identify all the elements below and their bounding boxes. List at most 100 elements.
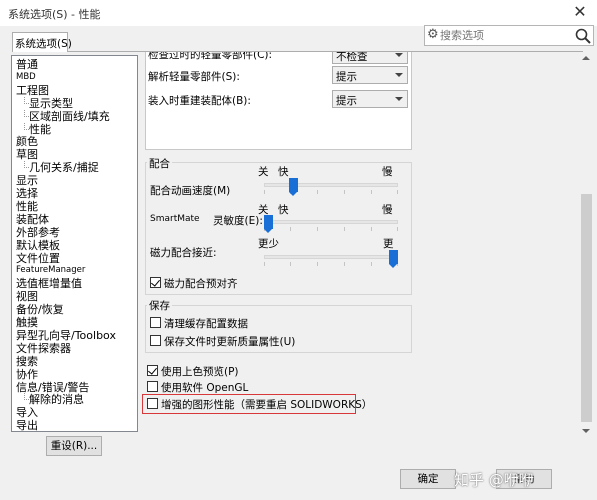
title-bar: 系统选项(S) - 性能 ✕ — [0, 0, 597, 26]
tree-item[interactable]: 普通 — [16, 58, 38, 71]
tree-branch-line — [24, 109, 29, 117]
tree-item-label: 文件探索器 — [16, 341, 71, 355]
snap-slider-thumb[interactable] — [389, 250, 398, 268]
tree-branch-line — [24, 96, 29, 104]
snap-track[interactable] — [264, 255, 398, 259]
update-mass-label: 保存文件时更新质量属性(U) — [164, 336, 296, 348]
snap-more-label: 更 — [383, 238, 394, 250]
tree-item[interactable]: 颜色 — [16, 135, 38, 148]
software-opengl-checkbox[interactable] — [147, 381, 158, 392]
chevron-down-icon — [395, 53, 403, 57]
tree-item-label: FeatureManager — [16, 265, 86, 276]
tree-item[interactable]: 文件探索器 — [16, 342, 71, 355]
search-box[interactable]: ⚙ — [424, 25, 594, 46]
software-opengl-label: 使用软件 OpenGL — [161, 382, 249, 394]
rebuild-on-load-dropdown[interactable]: 提示 — [332, 90, 408, 108]
tree-item-label: 装配体 — [16, 212, 49, 226]
tree-item[interactable]: 几何关系/捕捉 — [24, 161, 99, 175]
scrollbar-thumb[interactable] — [581, 194, 592, 422]
save-group-title: 保存 — [147, 298, 172, 313]
tree-item-label: 默认模板 — [16, 238, 60, 252]
rebuild-on-load-label: 装入时重建装配体(B): — [148, 95, 251, 107]
anim-speed-label: 配合动画速度(M) — [150, 185, 231, 197]
tree-item[interactable]: 选值框增量值 — [16, 277, 82, 290]
tree-item[interactable]: 外部参考 — [16, 226, 60, 239]
tree-item[interactable]: 视图 — [16, 290, 38, 303]
tree-item[interactable]: 草图 — [16, 148, 38, 161]
resolve-lightweight-dropdown[interactable]: 提示 — [332, 66, 408, 84]
tab-system-options[interactable]: 系统选项(S) — [12, 32, 72, 52]
tree-item[interactable]: 显示类型 — [24, 96, 73, 110]
tree-item[interactable]: 导入 — [16, 406, 38, 419]
sens-ticks — [264, 227, 398, 231]
tree-item-label: 外部参考 — [16, 225, 60, 239]
snap-proximity-label: 磁力配合接近: — [150, 247, 217, 259]
tree-item[interactable]: 异型孔向导/Toolbox — [16, 329, 116, 342]
sens-slider-thumb[interactable] — [264, 215, 273, 233]
window-title: 系统选项(S) - 性能 — [8, 8, 101, 21]
watermark-text: 知乎 @咿咿 — [454, 471, 534, 489]
tree-item[interactable]: 文件位置 — [16, 252, 60, 265]
tree-item-label: 草图 — [16, 148, 38, 162]
ok-button[interactable]: 确定 — [400, 469, 456, 489]
tree-item-label: 导入 — [16, 406, 38, 420]
check-outdated-dropdown[interactable]: 不检查 — [332, 52, 408, 64]
mates-group-title: 配合 — [147, 156, 172, 171]
preselect-checkbox[interactable] — [150, 277, 161, 288]
tree-item[interactable]: 装配体 — [16, 213, 49, 226]
update-mass-checkbox[interactable] — [150, 335, 161, 346]
enhanced-graphics-label: 增强的图形性能（需要重启 SOLIDWORKS） — [161, 399, 373, 411]
tree-item[interactable]: FeatureManager — [16, 264, 85, 277]
purge-cache-checkbox[interactable] — [150, 317, 161, 328]
tree-item-label: 触摸 — [16, 316, 38, 329]
tree-item-label: 解除的消息 — [29, 393, 84, 407]
tree-item-label: 导出 — [16, 419, 38, 432]
resolve-lightweight-label: 解析轻量零部件(S): — [148, 71, 240, 83]
shaded-preview-label: 使用上色预览(P) — [161, 366, 239, 378]
tree-item[interactable]: MBD — [16, 71, 36, 84]
tree-item-label: 区域剖面线/填充 — [29, 109, 110, 123]
tree-item[interactable]: 解除的消息 — [24, 393, 84, 407]
snap-less-label: 更少 — [258, 238, 279, 250]
anim-speed-slider-thumb[interactable] — [289, 178, 298, 196]
tree-item[interactable]: 显示 — [16, 174, 38, 187]
shaded-preview-checkbox[interactable] — [147, 365, 158, 376]
close-icon[interactable]: ✕ — [568, 2, 592, 22]
scroll-up-icon[interactable] — [582, 56, 590, 60]
sens-slow-label: 慢 — [382, 204, 393, 216]
tree-item-label: 显示 — [16, 174, 38, 188]
sens-label-prefix: SmartMate — [150, 214, 200, 224]
tree-item[interactable]: 性能 — [16, 200, 38, 213]
tree-item[interactable]: 导出 — [16, 419, 38, 432]
reset-button[interactable]: 重设(R)... — [46, 436, 102, 456]
anim-speed-ticks — [264, 190, 398, 194]
tree-item[interactable]: 工程图 — [16, 84, 49, 97]
tree-item-label: 几何关系/捕捉 — [29, 161, 99, 175]
scroll-down-icon[interactable] — [582, 429, 590, 433]
tree-item-label: 视图 — [16, 290, 38, 304]
tree-item-label: 颜色 — [16, 135, 38, 149]
tree-item[interactable]: 搜索 — [16, 355, 38, 368]
sens-track[interactable] — [264, 220, 398, 224]
tree-item[interactable]: 触摸 — [16, 316, 38, 329]
sens-fast-label: 快 — [278, 204, 289, 216]
search-icon[interactable] — [574, 27, 592, 45]
tree-item[interactable]: 信息/错误/警告 — [16, 381, 89, 394]
gear-icon[interactable]: ⚙ — [427, 27, 439, 42]
anim-fast-label: 快 — [278, 166, 289, 178]
enhanced-graphics-checkbox[interactable] — [147, 398, 158, 409]
search-input[interactable] — [440, 27, 570, 44]
sens-label: 灵敏度(E): — [213, 215, 263, 227]
tree-item[interactable]: 选择 — [16, 187, 38, 200]
preselect-label: 磁力配合预对齐 — [164, 278, 238, 290]
chevron-down-icon — [395, 73, 403, 77]
tree-item-label: 异型孔向导/Toolbox — [16, 328, 116, 342]
options-tree[interactable]: 普通 MBD 工程图 显示类型 区域剖面线/填充 性能 颜色 草图 几何关系/捕捉 显示 选择 性能装… — [11, 55, 138, 432]
vertical-scrollbar[interactable] — [579, 52, 594, 439]
tree-item[interactable]: 备份/恢复 — [16, 303, 64, 316]
tree-item[interactable]: 区域剖面线/填充 — [24, 109, 110, 123]
anim-speed-track[interactable] — [264, 183, 398, 187]
tree-item[interactable]: 默认模板 — [16, 239, 60, 252]
tree-item[interactable]: 性能 — [24, 122, 51, 136]
tree-item[interactable]: 协作 — [16, 368, 38, 381]
